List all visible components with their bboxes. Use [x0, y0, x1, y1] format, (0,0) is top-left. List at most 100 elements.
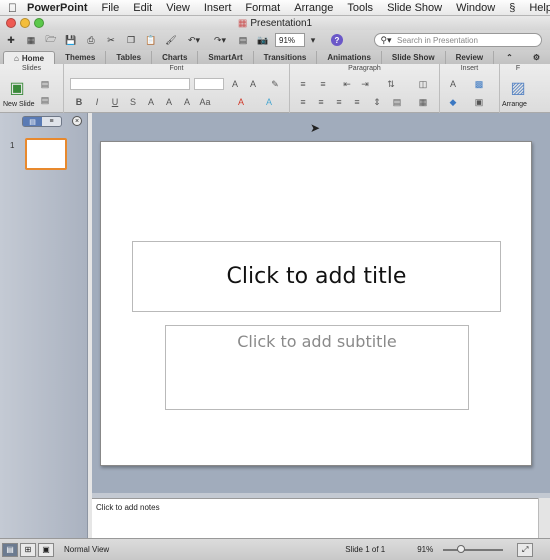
shadow-icon[interactable]: S	[126, 96, 140, 108]
menu-view[interactable]: View	[166, 2, 190, 14]
change-case-icon[interactable]: Aa	[198, 96, 212, 108]
tab-themes[interactable]: Themes	[55, 51, 107, 64]
minimize-window-button[interactable]	[20, 18, 30, 28]
apple-icon[interactable]: 	[8, 1, 17, 15]
columns-icon[interactable]: ◫	[416, 78, 430, 90]
title-placeholder[interactable]: Click to add title	[132, 241, 501, 312]
redo-icon[interactable]: ↷▾	[209, 33, 231, 47]
fit-to-window-icon[interactable]: ⤢	[517, 542, 534, 557]
slide-sorter-icon[interactable]: ⊞	[20, 542, 36, 557]
menu-file[interactable]: File	[102, 2, 120, 14]
slide-layout-icon[interactable]: ▤	[235, 33, 251, 47]
align-left-icon[interactable]: ≡	[296, 96, 310, 108]
line-spacing-icon[interactable]: ⇕	[370, 96, 384, 108]
shrink-font-icon[interactable]: A	[246, 78, 260, 90]
new-slide-icon[interactable]: ▣	[6, 78, 28, 98]
subtitle-placeholder[interactable]: Click to add subtitle	[165, 325, 469, 410]
slide-canvas[interactable]: Click to add title Click to add subtitle	[100, 141, 532, 466]
menu-slide-show[interactable]: Slide Show	[387, 2, 442, 14]
menu-window[interactable]: Window	[456, 2, 495, 14]
tab-slide-show[interactable]: Slide Show	[382, 51, 446, 64]
strikethrough-icon[interactable]: A	[180, 96, 194, 108]
templates-icon[interactable]: ▦	[23, 33, 39, 47]
section-icon[interactable]: ▤	[38, 94, 52, 106]
outline-tab-icon[interactable]: ≡	[42, 117, 61, 126]
tab-smartart[interactable]: SmartArt	[198, 51, 254, 64]
font-color-icon[interactable]: A	[234, 96, 248, 108]
zoom-dropdown-icon[interactable]: ▾	[309, 33, 317, 47]
search-field[interactable]: ⚲▾ Search in Presentation	[374, 33, 542, 47]
text-effects-icon[interactable]: A	[262, 96, 276, 108]
zoom-slider[interactable]	[443, 544, 504, 553]
menu-app-name[interactable]: PowerPoint	[27, 2, 88, 14]
menu-insert[interactable]: Insert	[204, 2, 232, 14]
clear-formatting-icon[interactable]: ✎	[268, 78, 282, 90]
subscript-icon[interactable]: A	[162, 96, 176, 108]
print-icon[interactable]: ⎙	[83, 33, 99, 47]
new-slide-button[interactable]: New Slide	[3, 101, 35, 108]
justify-icon[interactable]: ≡	[350, 96, 364, 108]
zoom-slider-thumb[interactable]	[457, 544, 466, 553]
cut-icon[interactable]: ✂	[103, 33, 119, 47]
tab-animations[interactable]: Animations	[317, 51, 382, 64]
underline-icon[interactable]: U	[108, 96, 122, 108]
superscript-icon[interactable]: A	[144, 96, 158, 108]
italic-icon[interactable]: I	[90, 96, 104, 108]
notes-pane[interactable]: Click to add notes	[92, 498, 538, 538]
save-icon[interactable]: 💾	[63, 33, 79, 47]
view-name: Normal View	[64, 545, 110, 554]
media-icon[interactable]: ▣	[472, 96, 486, 108]
increase-indent-icon[interactable]: ⇥	[358, 78, 372, 90]
new-icon[interactable]: ✚	[3, 33, 19, 47]
media-browser-icon[interactable]: 📷	[255, 33, 271, 47]
window-title: Presentation1	[250, 17, 313, 29]
close-pane-icon[interactable]: ×	[72, 116, 82, 126]
menu-arrange[interactable]: Arrange	[294, 2, 333, 14]
copy-icon[interactable]: ❐	[123, 33, 139, 47]
undo-icon[interactable]: ↶▾	[183, 33, 205, 47]
decrease-indent-icon[interactable]: ⇤	[340, 78, 354, 90]
numbering-icon[interactable]: ≡	[316, 78, 330, 90]
zoom-window-button[interactable]	[34, 18, 44, 28]
close-window-button[interactable]	[6, 18, 16, 28]
convert-smartart-icon[interactable]: ▦	[416, 96, 430, 108]
tab-home[interactable]: ⌂ Home	[3, 51, 56, 64]
shape-icon[interactable]: ◆	[446, 96, 460, 108]
tab-charts[interactable]: Charts	[152, 51, 199, 64]
menu-tools[interactable]: Tools	[347, 2, 373, 14]
ribbon-settings-icon[interactable]: ⚙	[523, 51, 550, 64]
slides-tab-icon[interactable]: ▤	[23, 117, 42, 126]
text-direction-icon[interactable]: ⇅	[384, 78, 398, 90]
font-size-field[interactable]	[194, 78, 224, 90]
menu-format[interactable]: Format	[245, 2, 280, 14]
text-box-icon[interactable]: A	[446, 78, 460, 90]
bullets-icon[interactable]: ≡	[296, 78, 310, 90]
bold-icon[interactable]: B	[72, 96, 86, 108]
align-text-icon[interactable]: ▤	[390, 96, 404, 108]
script-menu-icon[interactable]: §	[509, 2, 515, 14]
slide-thumbnail[interactable]	[25, 138, 67, 170]
tab-review[interactable]: Review	[446, 51, 495, 64]
window-controls	[6, 18, 44, 28]
font-name-field[interactable]	[70, 78, 190, 90]
format-painter-icon[interactable]: 🖌	[163, 33, 179, 47]
align-right-icon[interactable]: ≡	[332, 96, 346, 108]
layout-icon[interactable]: ▤	[38, 78, 52, 90]
slide-show-icon[interactable]: ▣	[38, 542, 54, 557]
align-center-icon[interactable]: ≡	[314, 96, 328, 108]
normal-view-icon[interactable]: ▤	[2, 542, 18, 557]
vertical-scrollbar[interactable]	[538, 498, 550, 538]
collapse-ribbon-icon[interactable]: ⌃	[496, 51, 523, 64]
paste-icon[interactable]: 📋	[143, 33, 159, 47]
help-icon[interactable]: ?	[331, 34, 343, 46]
menu-edit[interactable]: Edit	[133, 2, 152, 14]
arrange-button[interactable]: Arrange	[502, 101, 527, 108]
menu-help[interactable]: Help	[529, 2, 550, 14]
zoom-select[interactable]: 91%	[275, 33, 305, 47]
open-icon[interactable]: 🗁	[43, 33, 59, 47]
tab-tables[interactable]: Tables	[106, 51, 153, 64]
picture-icon[interactable]: ▩	[472, 78, 486, 90]
arrange-icon[interactable]: ▨	[508, 78, 528, 98]
tab-transitions[interactable]: Transitions	[254, 51, 318, 64]
grow-font-icon[interactable]: A	[228, 78, 242, 90]
